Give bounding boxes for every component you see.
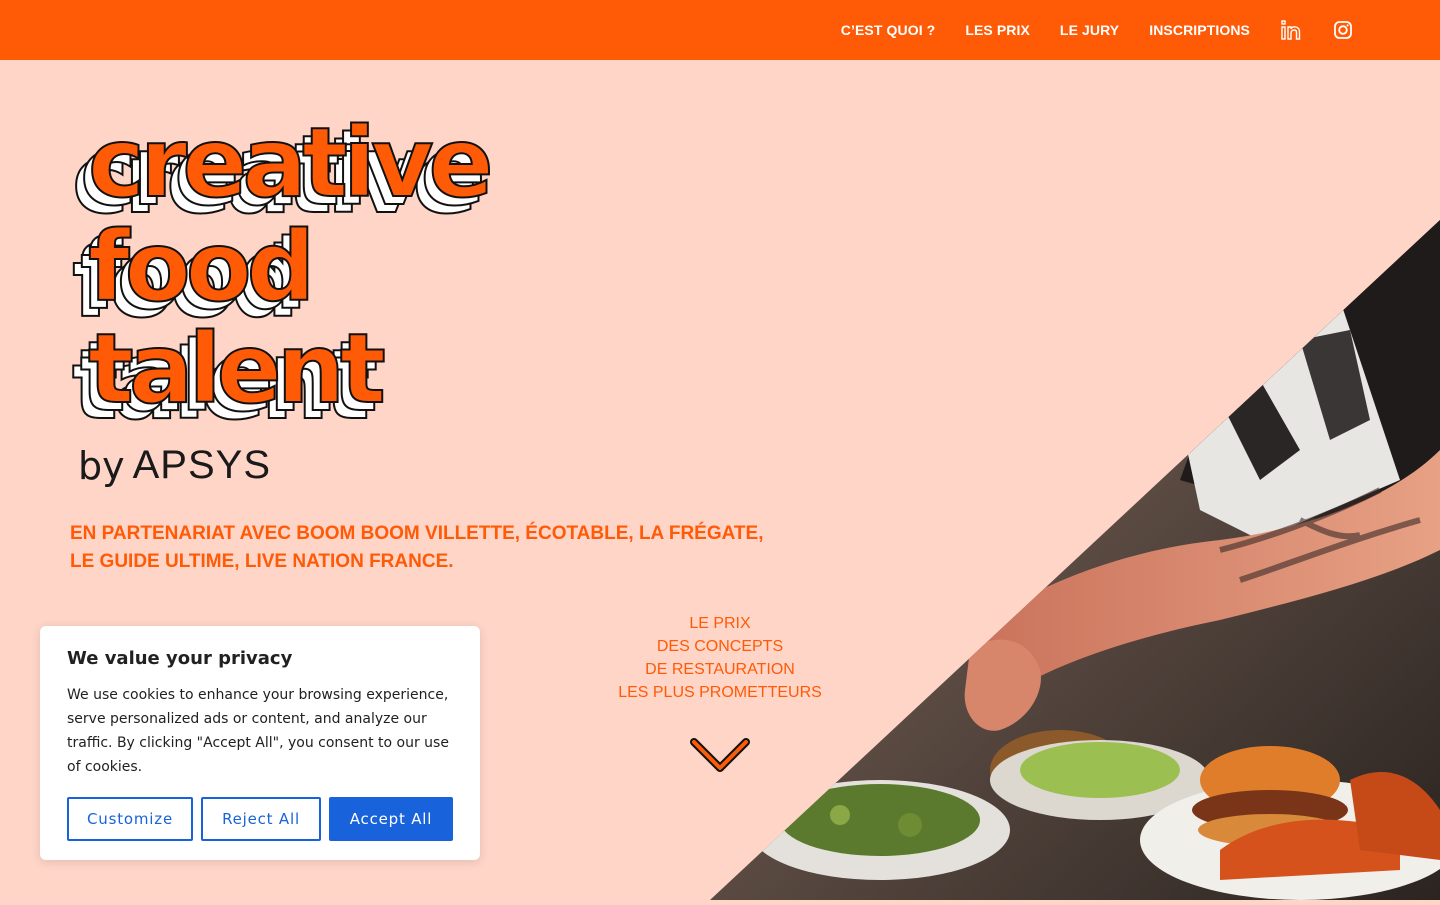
nav-link-cest-quoi[interactable]: C’EST QUOI ? <box>841 22 936 38</box>
nav-link-les-prix[interactable]: LES PRIX <box>965 22 1030 38</box>
top-navigation-bar: C’EST QUOI ? LES PRIX LE JURY INSCRIPTIO… <box>0 0 1440 60</box>
by-apsys-logo: by APSYS <box>78 438 271 488</box>
instagram-icon[interactable] <box>1332 19 1354 41</box>
customize-button[interactable]: Customize <box>67 797 193 841</box>
creative-food-talent-logo: creative creative creative food food foo… <box>70 100 590 442</box>
partnership-line-2: LE GUIDE ULTIME, LIVE NATION FRANCE. <box>70 551 454 572</box>
cookie-button-row: Customize Reject All Accept All <box>67 797 453 841</box>
svg-text:talent: talent <box>88 313 384 425</box>
nav-link-inscriptions[interactable]: INSCRIPTIONS <box>1149 22 1250 38</box>
partnership-text: EN PARTENARIAT AVEC BOOM BOOM VILLETTE, … <box>70 520 790 576</box>
apsys-brand: APSYS <box>132 443 272 487</box>
linkedin-icon[interactable] <box>1280 19 1302 41</box>
partnership-line-1: EN PARTENARIAT AVEC BOOM BOOM VILLETTE, … <box>70 523 764 544</box>
cookie-description: We use cookies to enhance your browsing … <box>67 687 449 775</box>
chef-burger-photo <box>700 220 1440 900</box>
svg-text:food: food <box>88 211 310 323</box>
logo-word-talent: talent talent talent <box>71 312 390 442</box>
accept-all-button[interactable]: Accept All <box>329 797 453 841</box>
svg-text:creative: creative <box>88 107 490 219</box>
main-nav: C’EST QUOI ? LES PRIX LE JURY INSCRIPTIO… <box>811 0 1354 60</box>
by-label: by <box>78 444 125 488</box>
cookie-title: We value your privacy <box>67 648 293 669</box>
reject-all-button[interactable]: Reject All <box>201 797 321 841</box>
nav-link-le-jury[interactable]: LE JURY <box>1060 22 1119 38</box>
cookie-consent-banner: We value your privacy We use cookies to … <box>40 626 480 860</box>
